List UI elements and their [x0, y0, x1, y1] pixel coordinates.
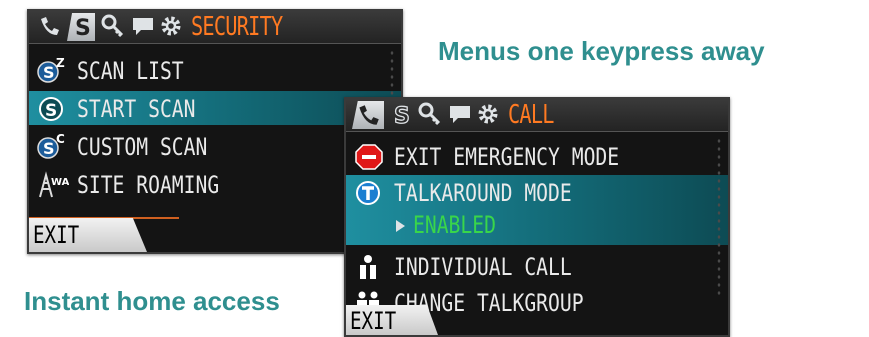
svg-text:S: S	[43, 63, 55, 82]
svg-text:Z: Z	[56, 57, 65, 70]
site-roaming-icon: WA	[37, 171, 70, 199]
svg-text:C: C	[56, 133, 65, 146]
gear-icon[interactable]	[474, 101, 502, 129]
menu-item-talkaround-mode[interactable]: TALKAROUND MODE ENABLED	[346, 175, 728, 245]
person-icon	[354, 253, 382, 281]
phone-icon[interactable]	[35, 13, 63, 41]
start-scan-icon: S	[37, 95, 65, 123]
menu-tab-bar: S SECURITY	[29, 11, 401, 44]
svg-text:S: S	[45, 101, 57, 121]
scan-icon[interactable]: S	[67, 13, 95, 41]
message-icon[interactable]	[446, 101, 474, 129]
gear-icon[interactable]	[157, 13, 185, 41]
home-caption: Instant home access	[24, 286, 280, 316]
arrow-right-icon	[396, 220, 405, 232]
call-menu-screen: S CALL EXIT EMERGENCY MODE TALKAROUND MO…	[344, 97, 730, 337]
menus-caption: Menus one keypress away	[438, 36, 765, 66]
emergency-stop-icon	[354, 143, 383, 171]
menu-title: SECURITY	[191, 12, 283, 42]
menu-item-scan-list[interactable]: SZ SCAN LIST	[29, 53, 401, 87]
phone-icon[interactable]	[352, 101, 384, 129]
scroll-indicator	[716, 137, 722, 295]
key-icon[interactable]	[416, 101, 444, 129]
svg-text:WA: WA	[51, 177, 69, 188]
talkaround-icon	[354, 179, 382, 207]
menu-item-exit-emergency-mode[interactable]: EXIT EMERGENCY MODE	[346, 139, 728, 173]
scan-icon[interactable]: S	[386, 101, 414, 129]
key-icon[interactable]	[99, 13, 127, 41]
message-icon[interactable]	[129, 13, 157, 41]
menu-title: CALL	[508, 100, 555, 130]
custom-scan-icon: SC	[37, 132, 65, 161]
exit-softkey[interactable]: EXIT	[29, 218, 147, 252]
svg-text:S: S	[75, 16, 91, 41]
svg-text:S: S	[394, 104, 410, 129]
talkaround-value: ENABLED	[396, 211, 514, 239]
scan-list-icon: SZ	[37, 56, 65, 85]
svg-text:S: S	[43, 139, 55, 158]
exit-softkey[interactable]: EXIT	[346, 305, 438, 335]
menu-tab-bar: S CALL	[346, 99, 728, 132]
menu-item-individual-call[interactable]: INDIVIDUAL CALL	[346, 249, 728, 283]
